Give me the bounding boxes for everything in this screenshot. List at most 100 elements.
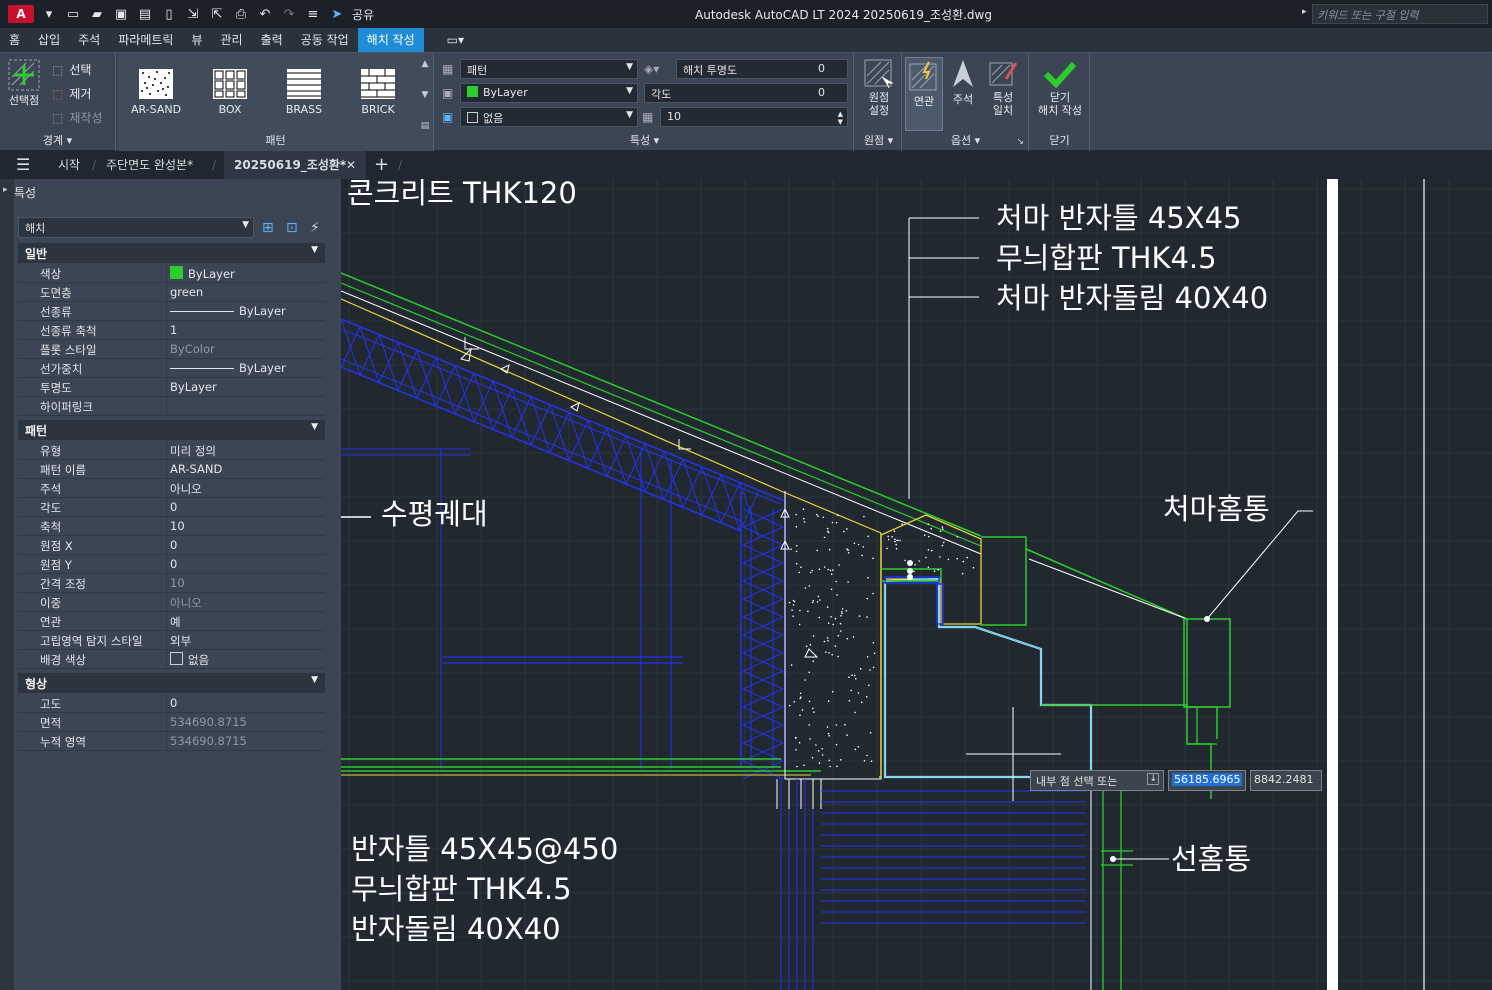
collapse-icon[interactable]: ▼ (311, 675, 318, 685)
property-value[interactable]: 0 (170, 557, 177, 571)
object-type-dropdown[interactable]: 해치 ▼ (18, 217, 254, 238)
property-row[interactable]: 플롯 스타일 ByColor (18, 340, 325, 359)
background-color-dropdown[interactable]: 없음 ▼ (460, 107, 638, 127)
tab-home[interactable]: 홈 (0, 28, 29, 52)
property-row[interactable]: 선종류 ByLayer (18, 302, 325, 321)
dropdown-icon[interactable]: ↓ (1147, 773, 1159, 785)
section-header[interactable]: 패턴 ▼ (18, 420, 325, 440)
property-row[interactable]: 투명도 ByLayer (18, 378, 325, 397)
save-icon[interactable]: ▣ (112, 6, 130, 22)
section-header[interactable]: 일반 ▼ (18, 243, 325, 263)
property-value[interactable]: AR-SAND (170, 462, 222, 476)
property-row[interactable]: 누적 영역 534690.8715 (18, 732, 325, 751)
properties-panel-label[interactable]: 특성 ▾ (436, 133, 853, 149)
pickadd-icon[interactable]: ⊞ (262, 220, 274, 236)
associative-button[interactable]: 연관 (905, 57, 943, 131)
property-value[interactable]: 534690.8715 (170, 734, 247, 748)
property-row[interactable]: 선종류 축척 1 (18, 321, 325, 340)
coordinate-y-input[interactable]: 8842.2481 (1250, 770, 1322, 791)
scroll-down-icon[interactable]: ▼ (422, 90, 429, 100)
print-preview-icon[interactable]: ▯ (160, 6, 178, 22)
search-expand-icon[interactable]: ▸ (1302, 7, 1307, 17)
select-button[interactable]: ⬚ 선택 (52, 61, 91, 78)
expand-gallery-icon[interactable]: ▤ (421, 121, 430, 131)
property-row[interactable]: 면적 534690.8715 (18, 713, 325, 732)
property-row[interactable]: 고립영역 탐지 스타일 외부 (18, 631, 325, 650)
boundary-panel-label[interactable]: 경계 ▾ (0, 133, 115, 149)
property-row[interactable]: 간격 조정 10 (18, 574, 325, 593)
property-row[interactable]: 연관 예 (18, 612, 325, 631)
tab-manage[interactable]: 관리 (211, 28, 251, 52)
property-row[interactable]: 색상 ByLayer (18, 264, 325, 283)
customize-qat-icon[interactable]: ≡ (304, 6, 322, 22)
chevron-down-icon[interactable]: ▾ (40, 6, 58, 22)
tab-drawing-1[interactable]: 주단면도 완성본* (106, 151, 193, 179)
recreate-button[interactable]: ⬚ 재작성 (52, 109, 102, 126)
angle-field[interactable]: 각도 0 (644, 83, 848, 103)
hatch-color-dropdown[interactable]: ByLayer ▼ (460, 83, 638, 103)
property-row[interactable]: 하이퍼링크 (18, 397, 325, 416)
pick-points-button[interactable]: 선택점 (4, 59, 44, 107)
property-row[interactable]: 패턴 이름 AR-SAND (18, 460, 325, 479)
tab-extra-toggle[interactable]: ▭▾ (438, 28, 473, 52)
plot-icon[interactable]: ⎙ (232, 6, 250, 22)
cad-drawing[interactable]: 콘크리트 THK120 처마 반자틀 45X45 무늬합판 THK4.5 처마 … (341, 179, 1492, 990)
property-row[interactable]: 선가중치 ByLayer (18, 359, 325, 378)
drawing-canvas[interactable]: 콘크리트 THK120 처마 반자틀 45X45 무늬합판 THK4.5 처마 … (341, 179, 1492, 990)
property-value[interactable]: 아니오 (170, 481, 202, 497)
pattern-brick[interactable]: BRICK (342, 59, 414, 123)
set-origin-button[interactable]: 원점 설정 (859, 59, 899, 117)
hatch-type-dropdown[interactable]: 패턴 ▼ (460, 59, 638, 79)
transparency-icon[interactable]: ◈▾ (644, 62, 659, 76)
property-value[interactable]: 10 (170, 519, 185, 533)
property-value[interactable]: green (170, 285, 203, 299)
tab-view[interactable]: 뷰 (182, 28, 211, 52)
property-value[interactable]: 10 (170, 576, 185, 590)
property-value[interactable]: 아니오 (170, 595, 202, 611)
property-value[interactable]: 예 (170, 614, 181, 630)
export-icon[interactable]: ⇱ (208, 6, 226, 22)
select-objects-icon[interactable]: ⊡ (286, 220, 298, 236)
remove-button[interactable]: ⬚ 제거 (52, 85, 91, 102)
property-row[interactable]: 주석 아니오 (18, 479, 325, 498)
undo-icon[interactable]: ↶ (256, 6, 274, 22)
collapse-icon[interactable]: ▼ (311, 422, 318, 432)
property-row[interactable]: 배경 색상 없음 (18, 650, 325, 669)
tab-annotate[interactable]: 주석 (69, 28, 109, 52)
coordinate-x-input[interactable]: 56185.6965 (1168, 770, 1246, 791)
section-header[interactable]: 형상 ▼ (18, 673, 325, 693)
scroll-up-icon[interactable]: ▲ (422, 59, 429, 69)
import-icon[interactable]: ⇲ (184, 6, 202, 22)
tab-output[interactable]: 출력 (252, 28, 292, 52)
scale-field[interactable]: 10 ▲ ▼ (660, 107, 848, 127)
property-value[interactable]: ByLayer (170, 361, 286, 375)
close-hatch-creation-button[interactable]: 닫기 해치 작성 (1032, 59, 1088, 117)
origin-panel-label[interactable]: 원점 ▾ (856, 133, 901, 149)
property-row[interactable]: 원점 Y 0 (18, 555, 325, 574)
close-tab-icon[interactable]: ✕ (346, 151, 356, 179)
property-value[interactable]: 0 (170, 500, 177, 514)
redo-icon[interactable]: ↷ (280, 6, 298, 22)
property-row[interactable]: 원점 X 0 (18, 536, 325, 555)
tab-drawing-active[interactable]: 20250619_조성환* ✕ (224, 151, 366, 179)
property-value[interactable]: ByColor (170, 342, 215, 356)
annotative-button[interactable]: 주석 (945, 59, 981, 106)
property-row[interactable]: 고도 0 (18, 694, 325, 713)
property-value[interactable]: 0 (170, 696, 177, 710)
options-panel-label[interactable]: 옵션 ▾ (903, 133, 1028, 149)
tab-hatch-creation[interactable]: 해치 작성 (357, 28, 424, 52)
search-input[interactable]: 키워드 또는 구절 입력 (1312, 4, 1488, 24)
tab-parametric[interactable]: 파라메트릭 (109, 28, 182, 52)
save-as-icon[interactable]: ▤ (136, 6, 154, 22)
property-row[interactable]: 도면층 green (18, 283, 325, 302)
quick-select-icon[interactable]: ⚡ (310, 220, 320, 236)
property-value[interactable]: 1 (170, 323, 177, 337)
property-value[interactable]: 534690.8715 (170, 715, 247, 729)
pattern-ar-sand[interactable]: AR-SAND (120, 59, 192, 123)
match-properties-button[interactable]: 특성 일치 (983, 59, 1023, 117)
property-value[interactable]: 미리 정의 (170, 443, 216, 459)
property-row[interactable]: 각도 0 (18, 498, 325, 517)
palette-menu-icon[interactable]: ▸ (3, 185, 8, 195)
tab-start[interactable]: 시작 (58, 151, 80, 179)
property-row[interactable]: 이중 아니오 (18, 593, 325, 612)
